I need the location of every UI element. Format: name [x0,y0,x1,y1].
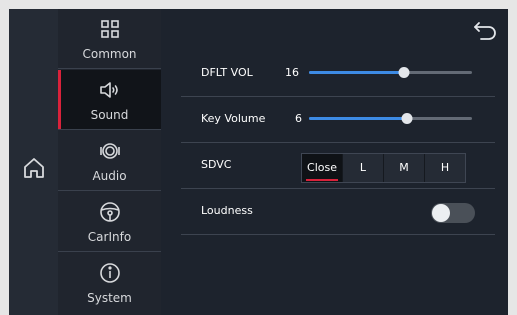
home-button[interactable] [22,156,46,180]
slider-fill [309,71,404,74]
home-rail [9,9,58,315]
speaker-icon [100,82,118,98]
slider-thumb[interactable] [398,67,410,78]
sidebar-item-audio[interactable]: Audio [58,131,161,191]
back-arrow-icon [474,22,496,40]
sidebar-item-common[interactable]: Common [58,9,161,69]
sidebar-item-carinfo[interactable]: CarInfo [58,192,161,252]
slider-thumb[interactable] [401,113,413,124]
key-volume-value: 6 [295,112,302,125]
dflt-vol-value: 16 [285,66,299,79]
info-icon [100,263,120,283]
dflt-vol-row: DFLT VOL 16 [181,51,495,97]
sdvc-option-l[interactable]: L [343,154,384,182]
sound-settings-panel: DFLT VOL 16 Key Volume 6 SDVC Close L M [161,9,508,315]
sdvc-row: SDVC Close L M H [181,143,495,189]
loudness-row: Loudness [181,189,495,235]
sidebar-item-label: Sound [90,108,129,122]
slider-fill [309,117,407,120]
home-icon [24,158,44,178]
sdvc-option-close[interactable]: Close [302,154,343,182]
grid-icon [101,20,119,38]
loudness-toggle[interactable] [431,203,475,223]
sidebar-item-label: System [87,291,132,305]
toggle-knob [432,204,450,222]
sdvc-segmented-control: Close L M H [301,153,466,183]
head-unit-screen: Common Sound Audio CarInfo System DFLT V… [9,9,508,315]
speaker-cone-icon [100,143,120,159]
sidebar-item-system[interactable]: System [58,253,161,313]
dflt-vol-slider[interactable] [309,67,472,78]
back-button[interactable] [471,19,499,41]
loudness-label: Loudness [201,204,253,217]
sdvc-option-h[interactable]: H [425,154,465,182]
sdvc-option-m[interactable]: M [384,154,425,182]
key-volume-label: Key Volume [201,112,266,125]
sidebar-item-sound[interactable]: Sound [58,70,161,130]
key-volume-slider[interactable] [309,113,472,124]
steering-wheel-icon [100,202,120,222]
sdvc-label: SDVC [201,158,232,171]
sidebar-item-label: Audio [92,169,127,183]
sidebar-item-label: CarInfo [87,230,132,244]
settings-sidebar: Common Sound Audio CarInfo System [58,9,161,315]
key-volume-row: Key Volume 6 [181,97,495,143]
dflt-vol-label: DFLT VOL [201,66,253,79]
sidebar-item-label: Common [82,47,137,61]
